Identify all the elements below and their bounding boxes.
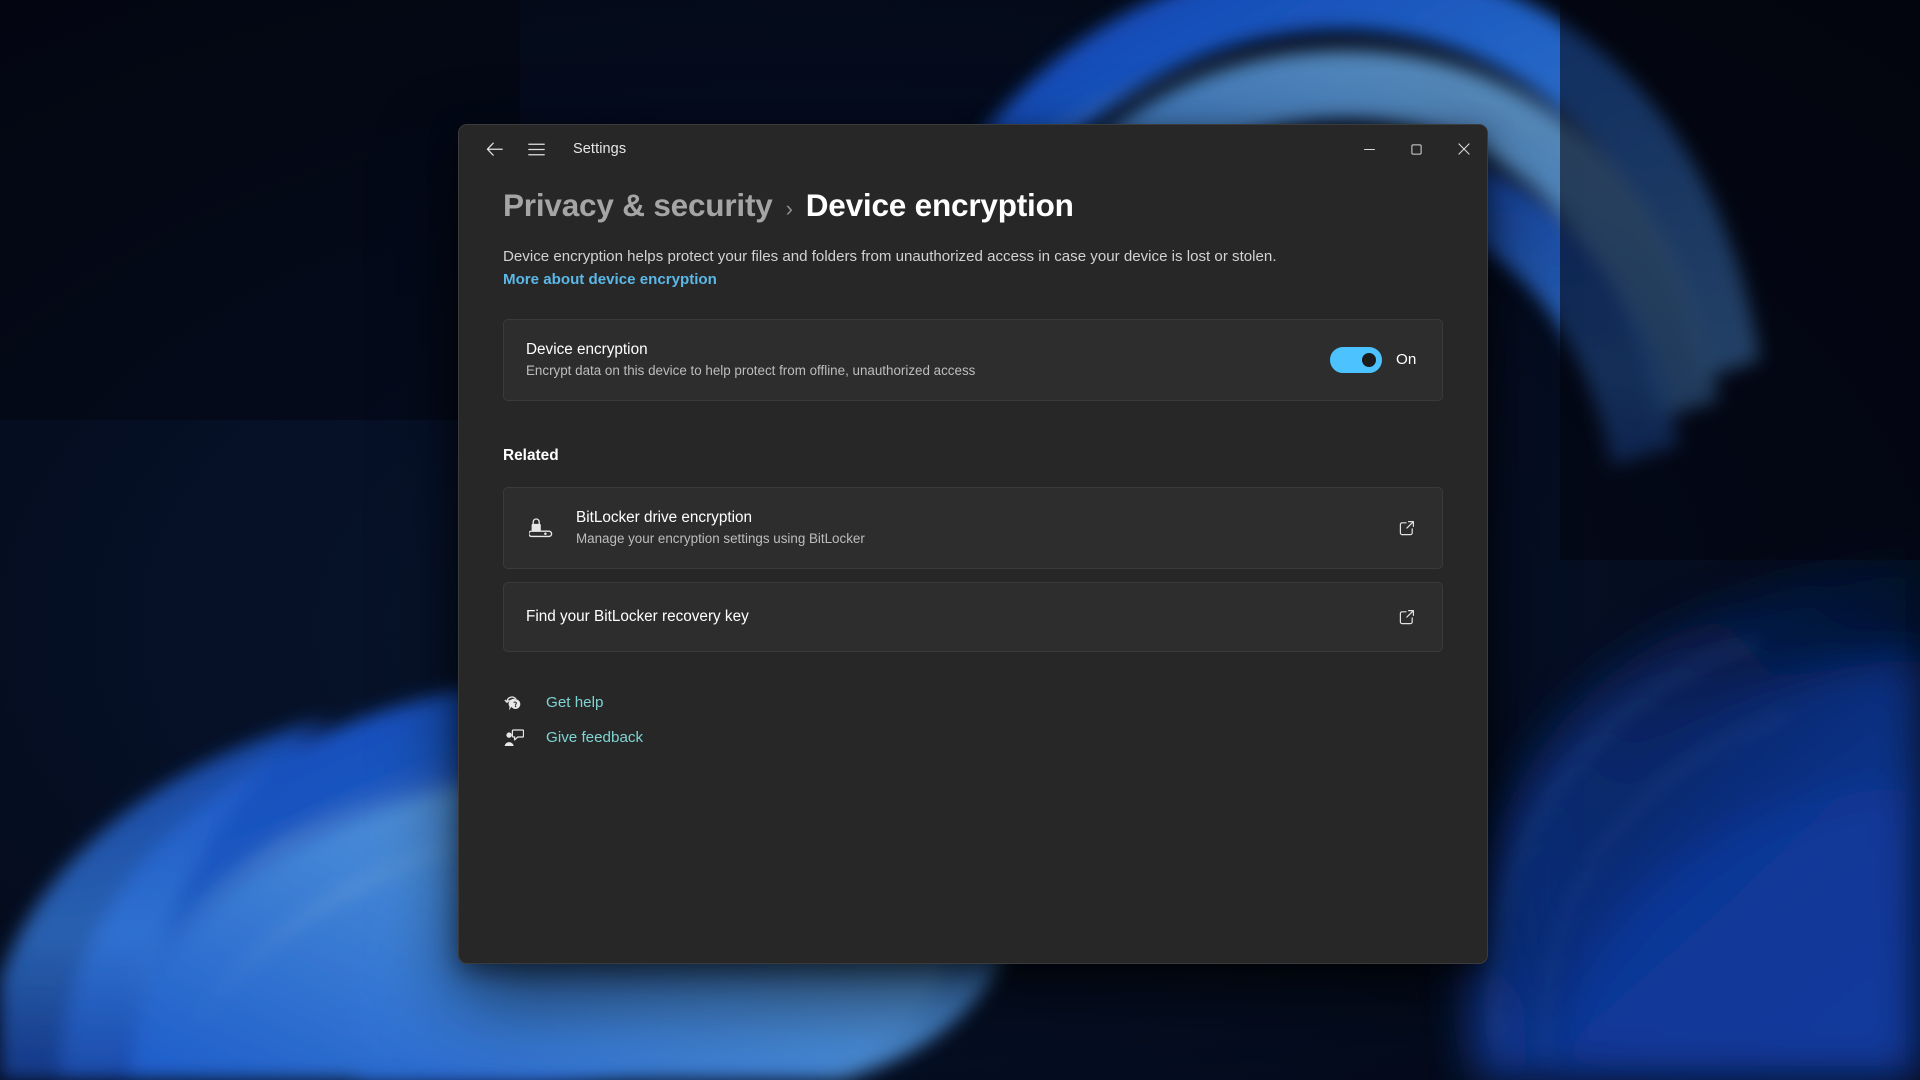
more-about-device-encryption-link[interactable]: More about device encryption [503, 271, 717, 288]
breadcrumb-parent-link[interactable]: Privacy & security [503, 187, 773, 224]
page-description: Device encryption helps protect your fil… [503, 246, 1293, 292]
description-text: Device encryption helps protect your fil… [503, 248, 1277, 265]
device-encryption-toggle[interactable] [1330, 346, 1382, 373]
navigation-menu-button[interactable] [519, 132, 553, 166]
give-feedback-link[interactable]: Give feedback [503, 729, 643, 747]
help-question-icon [504, 696, 521, 711]
device-encryption-title: Device encryption [526, 341, 648, 359]
bitlocker-open-external-slot [1394, 519, 1420, 537]
minimize-icon [1364, 148, 1375, 150]
give-feedback-label: Give feedback [546, 729, 644, 747]
device-encryption-text-block: Device encryption Encrypt data on this d… [526, 341, 975, 378]
breadcrumb: Privacy & security › Device encryption [503, 187, 1443, 224]
related-section-heading: Related [503, 446, 559, 464]
recovery-key-title: Find your BitLocker recovery key [526, 607, 749, 625]
find-bitlocker-recovery-key-row[interactable]: Find your BitLocker recovery key [503, 581, 1443, 652]
maximize-button[interactable] [1393, 125, 1440, 173]
caption-button-group [1346, 125, 1487, 173]
bitlocker-drive-icon [528, 518, 552, 537]
recovery-key-text-block: Find your BitLocker recovery key [526, 608, 1394, 626]
bitlocker-text-block: BitLocker drive encryption Manage your e… [576, 509, 1374, 546]
settings-window: Settings Privacy & security › Device enc… [458, 124, 1488, 964]
bitlocker-icon-slot [526, 517, 556, 539]
device-encryption-toggle-group: On [1330, 346, 1420, 373]
get-help-link[interactable]: Get help [503, 694, 603, 712]
close-button[interactable] [1440, 125, 1487, 173]
page-title: Device encryption [805, 187, 1074, 223]
close-icon [1457, 143, 1470, 155]
open-external-icon [1399, 520, 1414, 536]
device-encryption-subtitle: Encrypt data on this device to help prot… [526, 363, 976, 379]
back-arrow-icon [486, 142, 503, 156]
minimize-button[interactable] [1346, 125, 1393, 173]
breadcrumb-separator-icon: › [785, 196, 793, 221]
recovery-key-open-external-slot [1394, 608, 1420, 626]
footer-link-group: Get help Give feedback [503, 694, 1443, 747]
get-help-icon-slot [503, 694, 525, 712]
bitlocker-title: BitLocker drive encryption [576, 509, 752, 527]
feedback-person-icon [504, 729, 524, 746]
hamburger-menu-icon [527, 143, 545, 155]
give-feedback-icon-slot [503, 729, 525, 747]
back-button[interactable] [477, 132, 511, 166]
bitlocker-subtitle: Manage your encryption settings using Bi… [576, 531, 865, 547]
open-external-icon [1399, 609, 1414, 625]
bitlocker-drive-encryption-row[interactable]: BitLocker drive encryption Manage your e… [503, 486, 1443, 569]
window-titlebar: Settings [459, 125, 1487, 173]
get-help-label: Get help [546, 694, 604, 712]
device-encryption-setting-card: Device encryption Encrypt data on this d… [503, 318, 1443, 401]
toggle-knob [1362, 352, 1376, 367]
maximize-icon [1411, 143, 1422, 155]
device-encryption-toggle-state: On [1396, 351, 1417, 369]
window-title: Settings [573, 141, 627, 157]
settings-page-content: Privacy & security › Device encryption D… [459, 187, 1487, 747]
